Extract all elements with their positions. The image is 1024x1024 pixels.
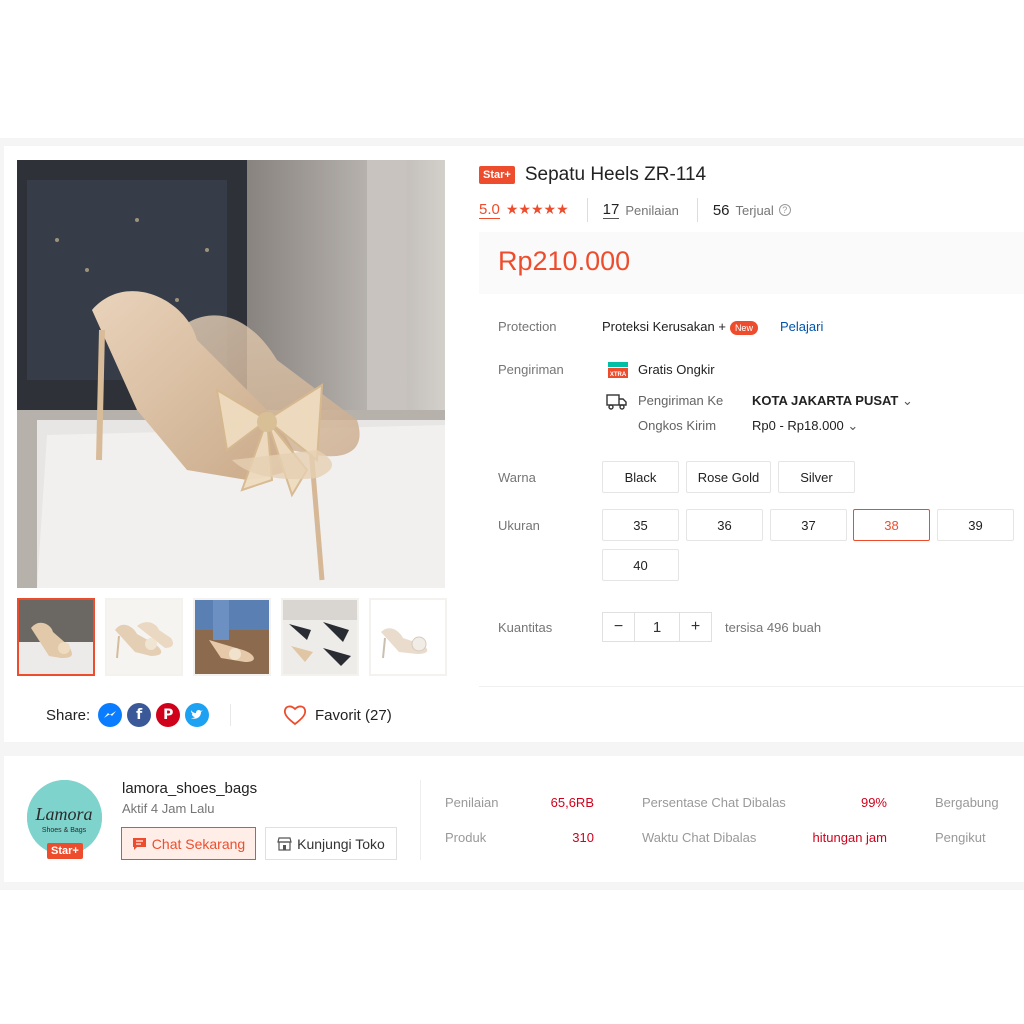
shop-card — [4, 756, 1024, 882]
visit-shop-label: Kunjungi Toko — [297, 835, 385, 852]
ship-to-label: Pengiriman Ke — [638, 393, 724, 408]
reviews-divider — [696, 198, 698, 222]
thumbnail-2[interactable] — [105, 598, 183, 676]
price-box: Rp210.000 — [479, 232, 1024, 294]
quantity-stepper: − 1 + — [602, 612, 712, 642]
stat-ratings-label: Penilaian — [445, 795, 499, 810]
stat-followers-label: Pengikut — [935, 830, 986, 845]
store-icon — [277, 836, 292, 851]
protection-label: Protection — [498, 319, 557, 334]
visit-shop-button[interactable]: Kunjungi Toko — [265, 827, 397, 860]
quantity-minus-button[interactable]: − — [603, 613, 634, 641]
favorite-label: Favorit (27) — [315, 706, 392, 724]
share-divider — [230, 704, 231, 726]
stat-chat-rate-value: 99% — [860, 795, 887, 810]
ship-to-city: KOTA JAKARTA PUSAT — [752, 393, 899, 408]
ship-cost-range: Rp0 - Rp18.000 — [752, 418, 844, 433]
help-icon[interactable]: ? — [778, 204, 791, 216]
size-label: Ukuran — [498, 518, 540, 533]
facebook-icon[interactable]: f — [127, 703, 152, 727]
thumbnail-4[interactable] — [281, 598, 359, 676]
rating-stars-icon: ★★★★★ — [505, 202, 569, 218]
shop-active-status: Aktif 4 Jam Lalu — [122, 801, 215, 816]
rating-value[interactable]: 5.0 — [479, 201, 500, 219]
info-divider — [479, 686, 1024, 687]
chat-icon — [132, 837, 146, 850]
ship-to-value[interactable]: KOTA JAKARTA PUSAT ⌄ — [752, 393, 913, 409]
quantity-plus-button[interactable]: + — [680, 613, 711, 641]
chevron-down-icon: ⌄ — [847, 418, 859, 433]
share-row: Share: f P — [46, 703, 210, 727]
sold-label: Terjual — [735, 202, 774, 218]
reviews-label: Penilaian — [625, 202, 679, 218]
heart-icon — [283, 705, 307, 726]
product-title: Sepatu Heels ZR-114 — [524, 164, 707, 185]
quantity-label: Kuantitas — [498, 620, 553, 635]
shop-logo-sub: Shoes & Bags — [42, 827, 87, 834]
sold-count: 56 — [712, 201, 730, 219]
free-shipping-icon: XTRA — [607, 360, 629, 383]
size-option-36[interactable]: 36 — [686, 509, 763, 541]
learn-more-link[interactable]: Pelajari — [780, 319, 823, 334]
shop-divider — [420, 780, 421, 860]
stat-joined-label: Bergabung — [935, 795, 999, 810]
thumbnail-1[interactable] — [17, 598, 95, 676]
stat-ratings-value: 65,6RB — [550, 795, 594, 810]
size-option-39[interactable]: 39 — [937, 509, 1014, 541]
thumbnail-3[interactable] — [193, 598, 271, 676]
stock-text: tersisa 496 buah — [725, 620, 822, 635]
rating-row: 5.0 ★★★★★ 17 Penilaian 56 Terjual ? — [479, 198, 791, 222]
ship-cost-value[interactable]: Rp0 - Rp18.000 ⌄ — [752, 418, 858, 434]
truck-icon — [606, 393, 627, 413]
free-shipping-text: Gratis Ongkir — [638, 362, 715, 377]
twitter-icon[interactable] — [185, 703, 210, 727]
size-option-40[interactable]: 40 — [602, 549, 679, 581]
reviews-count[interactable]: 17 — [602, 201, 620, 219]
product-title-row: Star+ Sepatu Heels ZR-114 — [479, 164, 706, 186]
chevron-down-icon: ⌄ — [902, 393, 913, 408]
ship-cost-label: Ongkos Kirim — [638, 418, 717, 433]
quantity-input[interactable]: 1 — [634, 613, 680, 641]
star-plus-badge: Star+ — [479, 166, 515, 184]
product-main-image[interactable] — [17, 160, 445, 588]
color-option-rose-gold[interactable]: Rose Gold — [686, 461, 771, 493]
rating-divider — [586, 198, 588, 222]
chat-now-button[interactable]: Chat Sekarang — [121, 827, 256, 860]
protection-option[interactable]: Proteksi Kerusakan + New — [602, 319, 758, 335]
protection-name: Proteksi Kerusakan + — [602, 319, 726, 334]
size-option-37[interactable]: 37 — [770, 509, 847, 541]
svg-text:XTRA: XTRA — [610, 372, 627, 378]
price: Rp210.000 — [498, 246, 631, 276]
thumbnail-strip — [17, 598, 447, 676]
share-label: Share: — [46, 706, 91, 724]
size-option-38[interactable]: 38 — [853, 509, 930, 541]
color-option-black[interactable]: Black — [602, 461, 679, 493]
stat-products-label: Produk — [445, 830, 487, 845]
thumbnail-5[interactable] — [369, 598, 447, 676]
size-option-35[interactable]: 35 — [602, 509, 679, 541]
product-page: ‹ — [0, 0, 1024, 1024]
messenger-icon[interactable] — [98, 703, 123, 727]
stat-products-value[interactable]: 310 — [540, 830, 594, 845]
new-badge: New — [729, 320, 758, 335]
color-label: Warna — [498, 470, 536, 485]
stat-chat-time-label: Waktu Chat Dibalas — [642, 830, 757, 845]
shop-star-plus-badge: Star+ — [47, 843, 83, 859]
chat-now-label: Chat Sekarang — [151, 835, 246, 852]
stat-chat-time-value: hitungan jam — [812, 830, 887, 845]
pinterest-icon[interactable]: P — [156, 703, 181, 727]
stat-chat-rate-label: Persentase Chat Dibalas — [642, 795, 786, 810]
favorite-button[interactable]: Favorit (27) — [283, 704, 392, 726]
shipping-label: Pengiriman — [498, 362, 564, 377]
color-option-silver[interactable]: Silver — [778, 461, 855, 493]
shop-name[interactable]: lamora_shoes_bags — [122, 780, 257, 797]
shop-logo-text: Lamora — [34, 804, 92, 824]
